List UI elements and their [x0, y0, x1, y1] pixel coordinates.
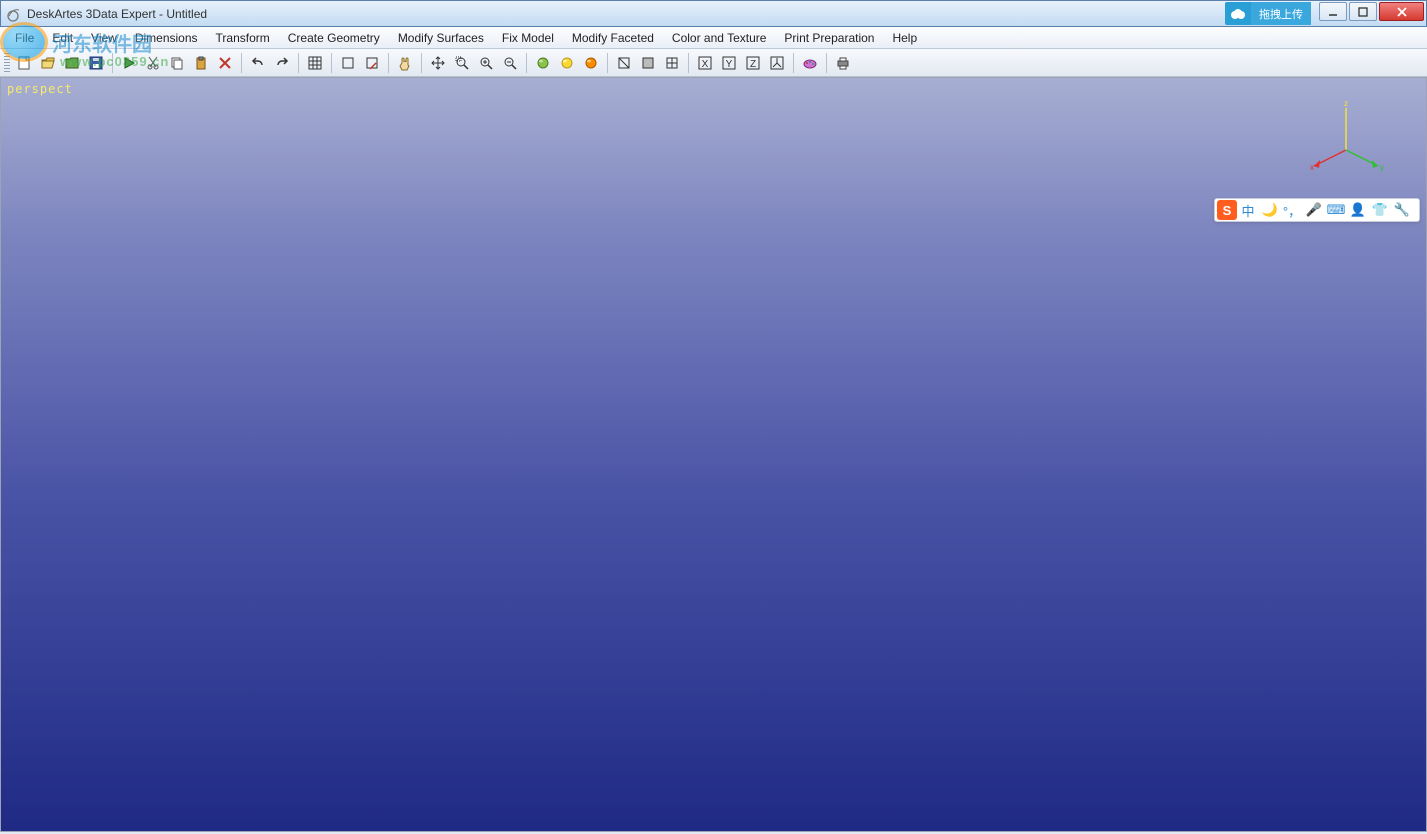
open-folder-icon[interactable]	[61, 52, 83, 74]
toolbar-separator	[112, 53, 113, 73]
ime-keyboard-icon[interactable]: ⌨	[1326, 200, 1346, 220]
axis-x-label: x	[1310, 163, 1314, 172]
axis-gizmo[interactable]: z x y	[1306, 100, 1386, 180]
ime-lang-icon[interactable]: 中	[1238, 200, 1258, 220]
menu-print-preparation[interactable]: Print Preparation	[775, 29, 883, 47]
ime-sogou-logo-icon[interactable]: S	[1217, 200, 1237, 220]
menu-dimensions[interactable]: Dimensions	[126, 29, 207, 47]
save-icon[interactable]	[85, 52, 107, 74]
redo-icon[interactable]	[271, 52, 293, 74]
paste-icon[interactable]	[190, 52, 212, 74]
toolbar-grip[interactable]	[4, 53, 10, 73]
cut-icon[interactable]	[142, 52, 164, 74]
ime-toolbar[interactable]: S 中🌙°，🎤⌨👤👕🔧	[1214, 198, 1420, 222]
ime-person-icon[interactable]: 👤	[1348, 200, 1368, 220]
delete-icon[interactable]	[214, 52, 236, 74]
axis-z-label: z	[1344, 100, 1348, 108]
select-edit-icon[interactable]	[361, 52, 383, 74]
shade-yellow-icon[interactable]	[556, 52, 578, 74]
toolbar	[0, 49, 1427, 77]
menu-modify-surfaces[interactable]: Modify Surfaces	[389, 29, 493, 47]
toolbar-separator	[793, 53, 794, 73]
axis-iso-icon[interactable]	[766, 52, 788, 74]
shade-orange-icon[interactable]	[580, 52, 602, 74]
menu-color-and-texture[interactable]: Color and Texture	[663, 29, 776, 47]
menu-create-geometry[interactable]: Create Geometry	[279, 29, 389, 47]
zoom-in-icon[interactable]	[475, 52, 497, 74]
print-icon[interactable]	[832, 52, 854, 74]
toolbar-separator	[241, 53, 242, 73]
menu-modify-faceted[interactable]: Modify Faceted	[563, 29, 663, 47]
run-icon[interactable]	[118, 52, 140, 74]
axis-y-icon[interactable]	[718, 52, 740, 74]
ime-shirt-icon[interactable]: 👕	[1370, 200, 1390, 220]
toolbar-separator	[421, 53, 422, 73]
menu-transform[interactable]: Transform	[207, 29, 279, 47]
paint-icon[interactable]	[799, 52, 821, 74]
menu-fix-model[interactable]: Fix Model	[493, 29, 563, 47]
view-shaded-icon[interactable]	[637, 52, 659, 74]
viewport-3d[interactable]: perspect z x y S 中🌙°，🎤⌨👤👕🔧	[0, 77, 1427, 832]
toolbar-separator	[826, 53, 827, 73]
app-icon	[7, 6, 23, 22]
axis-z-icon[interactable]	[742, 52, 764, 74]
menu-help[interactable]: Help	[883, 29, 926, 47]
zoom-window-icon[interactable]	[451, 52, 473, 74]
toolbar-separator	[607, 53, 608, 73]
new-file-icon[interactable]	[13, 52, 35, 74]
view-wireframe-icon[interactable]	[613, 52, 635, 74]
maximize-button[interactable]	[1349, 2, 1377, 21]
ime-punct-icon[interactable]: °，	[1282, 200, 1302, 220]
view-mode-label: perspect	[7, 82, 73, 96]
window-title: DeskArtes 3Data Expert - Untitled	[27, 7, 207, 21]
toolbar-separator	[526, 53, 527, 73]
move-icon[interactable]	[427, 52, 449, 74]
zoom-out-icon[interactable]	[499, 52, 521, 74]
menubar: FileEditViewDimensionsTransformCreate Ge…	[0, 27, 1427, 49]
cloud-icon	[1225, 7, 1251, 21]
select-box-icon[interactable]	[337, 52, 359, 74]
cloud-upload-label: 拖拽上传	[1251, 2, 1311, 25]
toolbar-separator	[688, 53, 689, 73]
ime-mic-icon[interactable]: 🎤	[1304, 200, 1324, 220]
close-button[interactable]	[1379, 2, 1424, 21]
titlebar: DeskArtes 3Data Expert - Untitled 拖拽上传	[0, 0, 1427, 27]
view-grid-icon[interactable]	[661, 52, 683, 74]
grid-toggle-icon[interactable]	[304, 52, 326, 74]
minimize-button[interactable]	[1319, 2, 1347, 21]
ime-wrench-icon[interactable]: 🔧	[1392, 200, 1412, 220]
axis-y-label: y	[1380, 163, 1384, 172]
hand-icon[interactable]	[394, 52, 416, 74]
ime-moon-icon[interactable]: 🌙	[1260, 200, 1280, 220]
menu-edit[interactable]: Edit	[43, 29, 82, 47]
menu-file[interactable]: File	[6, 29, 43, 47]
menu-view[interactable]: View	[82, 29, 126, 47]
toolbar-separator	[298, 53, 299, 73]
toolbar-separator	[388, 53, 389, 73]
copy-icon[interactable]	[166, 52, 188, 74]
open-file-icon[interactable]	[37, 52, 59, 74]
axis-x-icon[interactable]	[694, 52, 716, 74]
cloud-upload-widget[interactable]: 拖拽上传	[1225, 2, 1311, 25]
undo-icon[interactable]	[247, 52, 269, 74]
toolbar-separator	[331, 53, 332, 73]
shade-green-icon[interactable]	[532, 52, 554, 74]
